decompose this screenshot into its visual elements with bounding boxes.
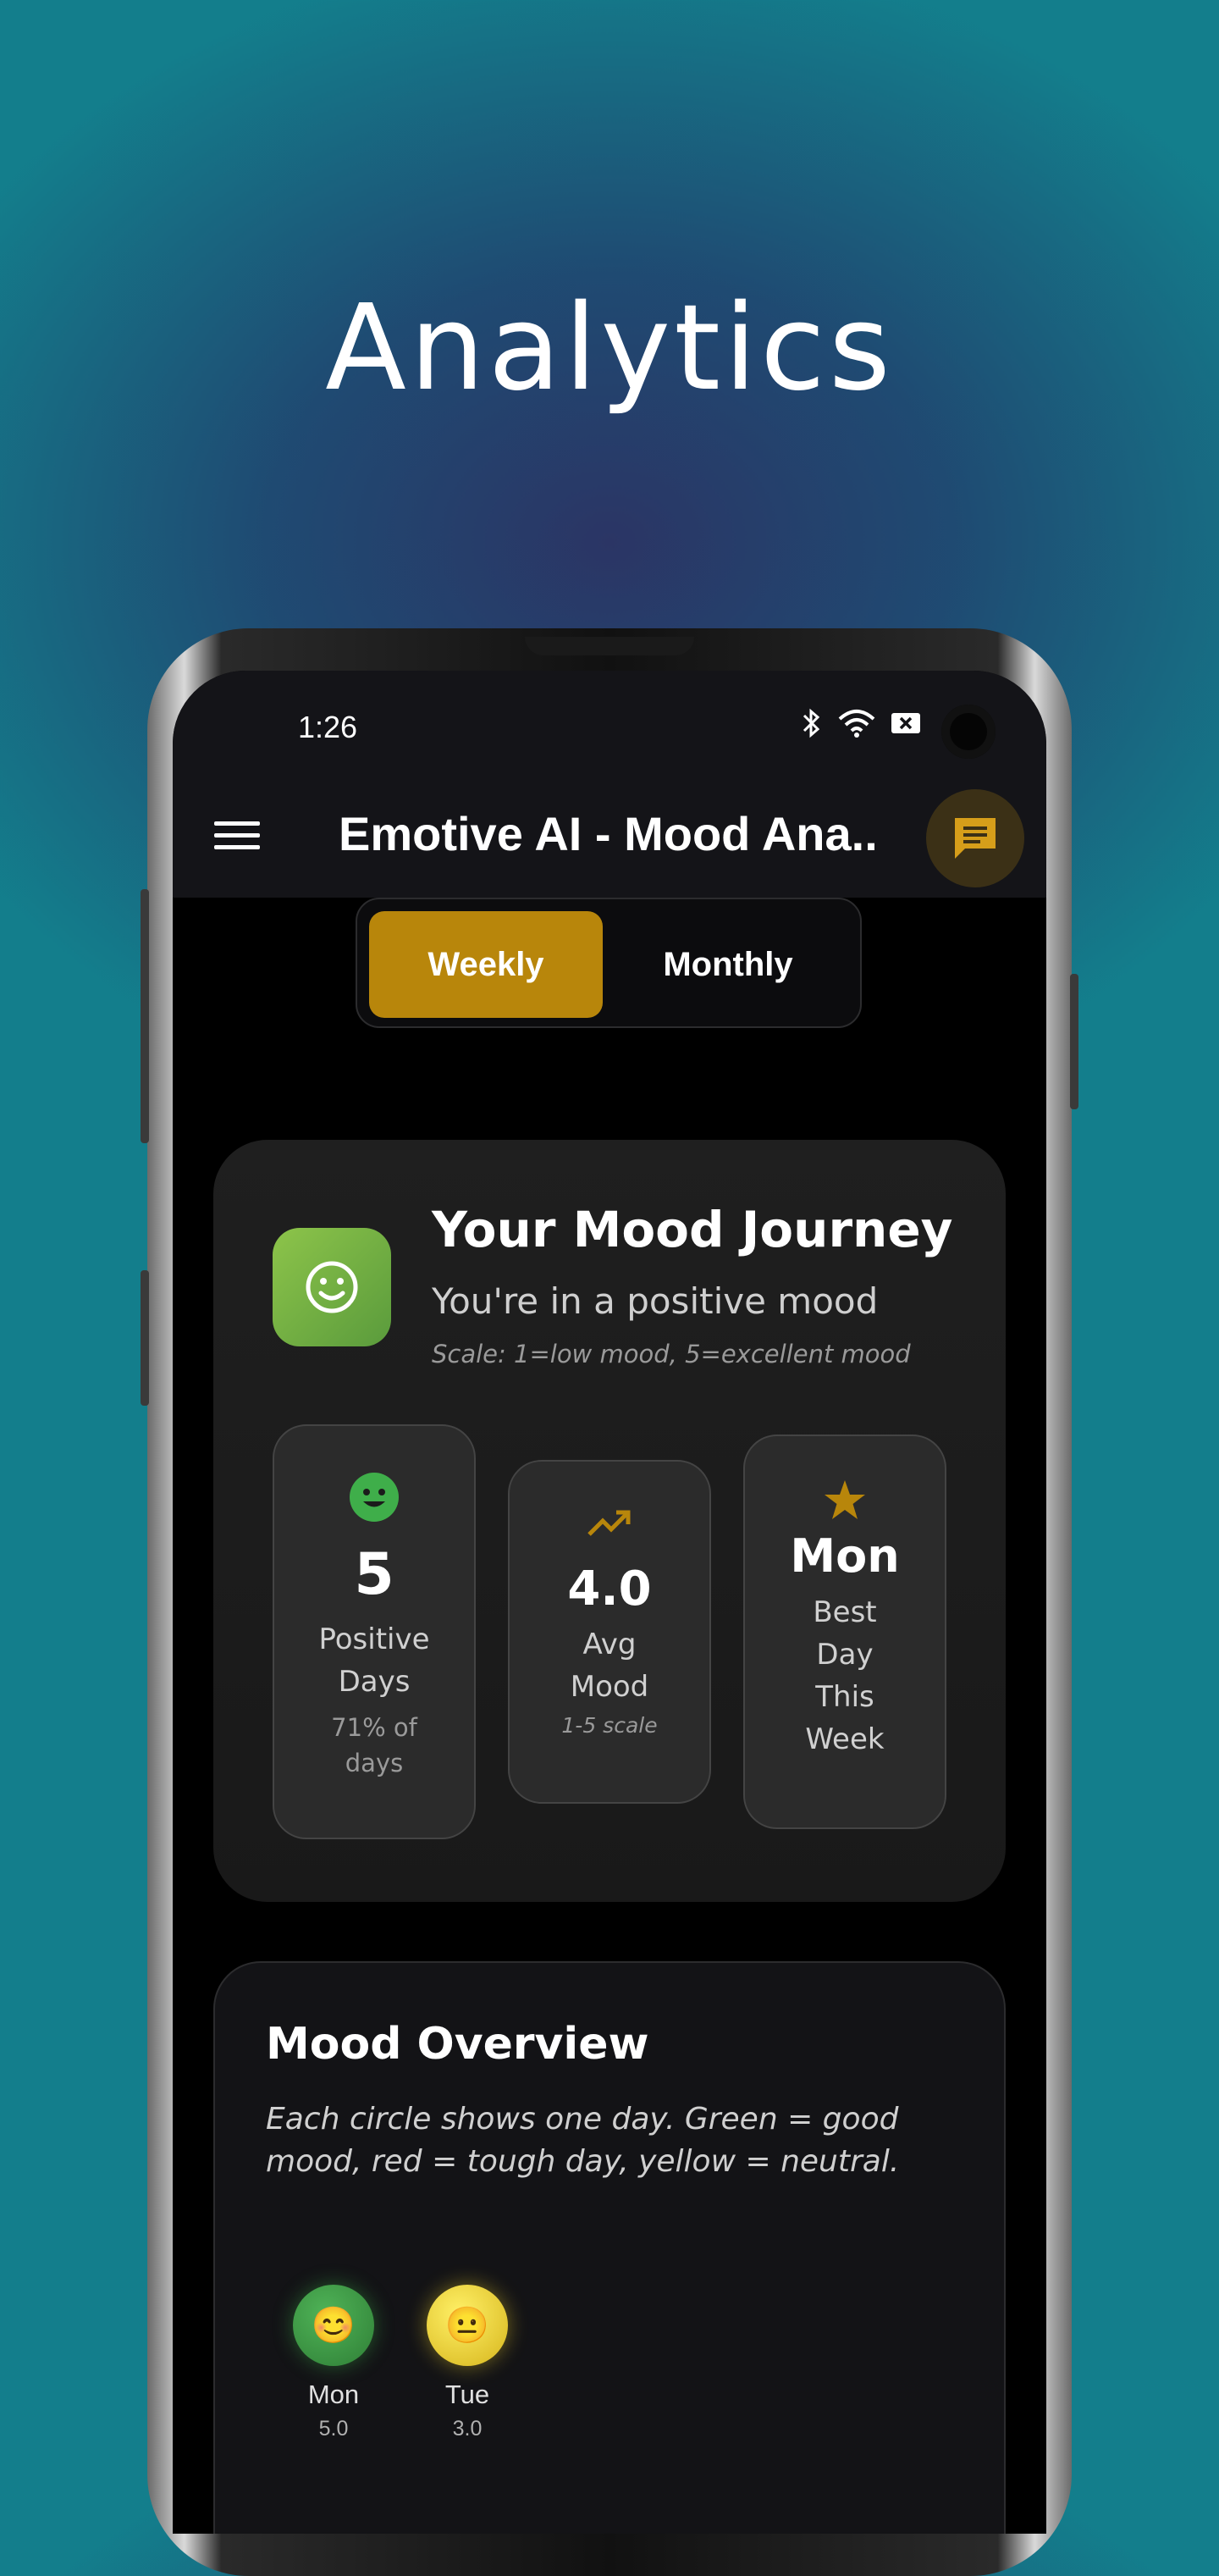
side-button [141, 1270, 149, 1406]
stat-value: Mon [790, 1529, 900, 1583]
menu-icon[interactable] [207, 804, 268, 865]
journey-subtitle: You're in a positive mood [432, 1280, 879, 1322]
hero-title: Analytics [325, 279, 894, 417]
chat-button[interactable] [926, 789, 1024, 887]
mood-dot-neutral: 😐 [427, 2285, 508, 2366]
bluetooth-icon [803, 708, 820, 738]
star-icon [825, 1480, 865, 1519]
day-value: 3.0 [452, 2417, 483, 2441]
status-bar: 1:26 [173, 671, 1046, 772]
chat-icon [955, 818, 996, 859]
battery-icon [891, 713, 920, 733]
power-button [1070, 974, 1078, 1109]
day-mon[interactable]: 😊 Mon 5.0 [283, 2285, 384, 2441]
stat-positive-days: 5 Positive Days 71% of days [273, 1424, 476, 1839]
smiley-face-icon [306, 1261, 358, 1313]
stat-value: 4.0 [567, 1562, 652, 1617]
stat-label: This [815, 1680, 874, 1714]
app-title: Emotive AI - Mood Ana... [339, 807, 880, 860]
stat-label: Mood [570, 1670, 649, 1704]
tab-weekly[interactable]: Weekly [369, 911, 603, 1018]
stat-value: 5 [354, 1541, 394, 1608]
volume-button [141, 889, 149, 1143]
app-bar: Emotive AI - Mood Ana... [173, 772, 1046, 898]
period-toggle: Weekly Monthly [356, 898, 862, 1028]
overview-description: Each circle shows one day. Green = good … [266, 2102, 900, 2179]
stat-label: Days [338, 1665, 411, 1699]
trending-up-icon [587, 1510, 631, 1536]
mood-smile-badge [273, 1228, 391, 1346]
status-time: 1:26 [298, 710, 358, 744]
day-name: Tue [444, 2380, 490, 2409]
stat-label: Day [816, 1638, 874, 1672]
speaker-notch [525, 637, 694, 655]
front-camera [941, 705, 996, 759]
mood-journey-card: Your Mood Journey You're in a positive m… [213, 1140, 1006, 1902]
stat-label: Week [805, 1722, 885, 1756]
wifi-icon [838, 710, 875, 738]
stat-label: Positive [318, 1622, 430, 1656]
stat-note: 71% of [331, 1713, 417, 1742]
stat-avg-mood: 4.0 Avg Mood 1-5 scale [508, 1460, 711, 1804]
status-icons [801, 708, 921, 738]
tab-monthly[interactable]: Monthly [611, 911, 845, 1018]
day-tue[interactable]: 😐 Tue 3.0 [416, 2285, 518, 2441]
phone-screen: 1:26 Emotive AI - Mood Ana... Weekly Mon… [173, 671, 1046, 2534]
day-value: 5.0 [318, 2417, 349, 2441]
overview-title: Mood Overview [266, 2019, 649, 2070]
journey-scale: Scale: 1=low mood, 5=excellent mood [432, 1340, 911, 1368]
stat-label: Best [813, 1595, 877, 1629]
smiley-icon [350, 1473, 399, 1522]
stat-label: Avg [582, 1628, 637, 1661]
mood-dot-good: 😊 [293, 2285, 374, 2366]
journey-title: Your Mood Journey [432, 1201, 953, 1258]
stat-note: days [345, 1749, 404, 1777]
day-name: Mon [307, 2380, 360, 2409]
stat-note: 1-5 scale [561, 1713, 658, 1738]
mood-overview-card: Mood Overview Each circle shows one day.… [213, 1961, 1006, 2534]
stat-best-day: Mon Best Day This Week [743, 1434, 946, 1829]
